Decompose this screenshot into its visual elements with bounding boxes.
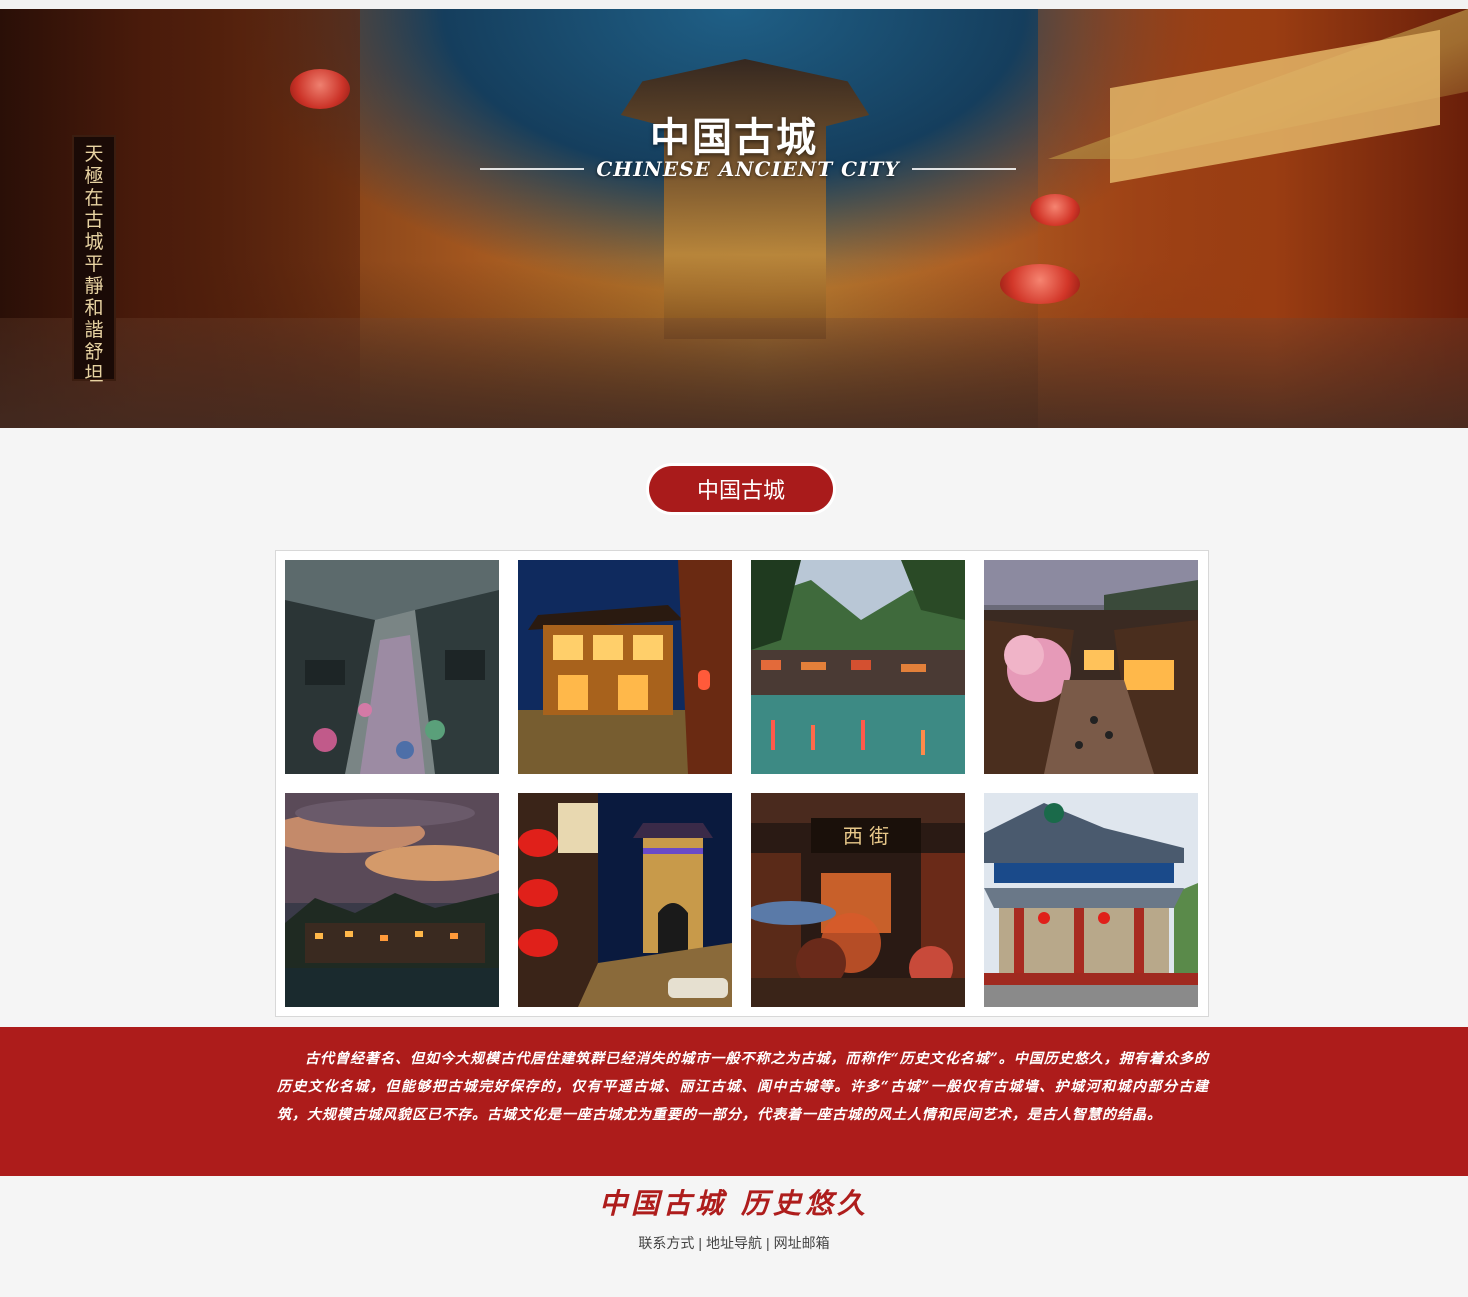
sunset-village-photo[interactable] [285,793,499,1007]
west-street-photo[interactable]: 西 街 [751,793,965,1007]
lantern-gate-photo[interactable] [518,793,732,1007]
lantern-icon [1030,194,1080,226]
riverside-town-photo[interactable] [751,560,965,774]
footer-separator: | [698,1235,702,1251]
sign-char: 諧 [84,319,104,341]
address-nav-link[interactable]: 地址导航 [706,1235,762,1251]
blossom-street-photo[interactable] [984,560,1198,774]
footer-title: 中国古城 历史悠久 [599,1187,869,1220]
footer-separator: | [766,1235,770,1251]
contact-link[interactable]: 联系方式 [638,1235,694,1251]
footer-links: 联系方式 | 地址导航 | 网址邮箱 [0,1233,1468,1253]
section-title-pill: 中国古城 [646,463,836,515]
hero-subtitle-row: CHINESE ANCIENT CITY [480,154,1017,184]
photo-gallery: 西 街 [275,550,1209,1017]
intro-text: 古代曾经著名、但如今大规模古代居住建筑群已经消失的城市一般不称之为古城，而称作“… [277,1051,1209,1123]
top-strip [0,0,1468,9]
sign-char: 坦 [84,363,104,385]
lantern-icon [1000,264,1080,304]
hero-subtitle-line-right [911,168,1017,170]
sign-char: 在 [84,187,104,209]
sign-char: 城 [84,231,104,253]
lantern-icon [290,69,350,109]
sign-char: 極 [84,165,104,187]
rainy-street-photo[interactable] [285,560,499,774]
sign-char: 古 [84,209,104,231]
hero-gate-tower [620,59,870,339]
section-title: 中国古城 [649,466,833,512]
hero-vertical-sign: 天 極 在 古 城 平 靜 和 諧 舒 坦 [72,135,116,385]
hero-subtitle: CHINESE ANCIENT CITY [596,157,900,181]
sign-char: 和 [84,297,104,319]
hero-banner: 天 極 在 古 城 平 靜 和 諧 舒 坦 中国古城 [0,9,1468,428]
pavilion-photo[interactable] [984,793,1198,1007]
hero-street [0,318,1468,428]
svg-text:西 街: 西 街 [843,824,889,848]
night-house-photo[interactable] [518,560,732,774]
hero-subtitle-line-left [480,168,585,170]
website-email-link[interactable]: 网址邮箱 [774,1235,830,1251]
sign-char: 舒 [84,341,104,363]
sign-char: 平 [84,253,104,275]
sign-char: 靜 [84,275,104,297]
